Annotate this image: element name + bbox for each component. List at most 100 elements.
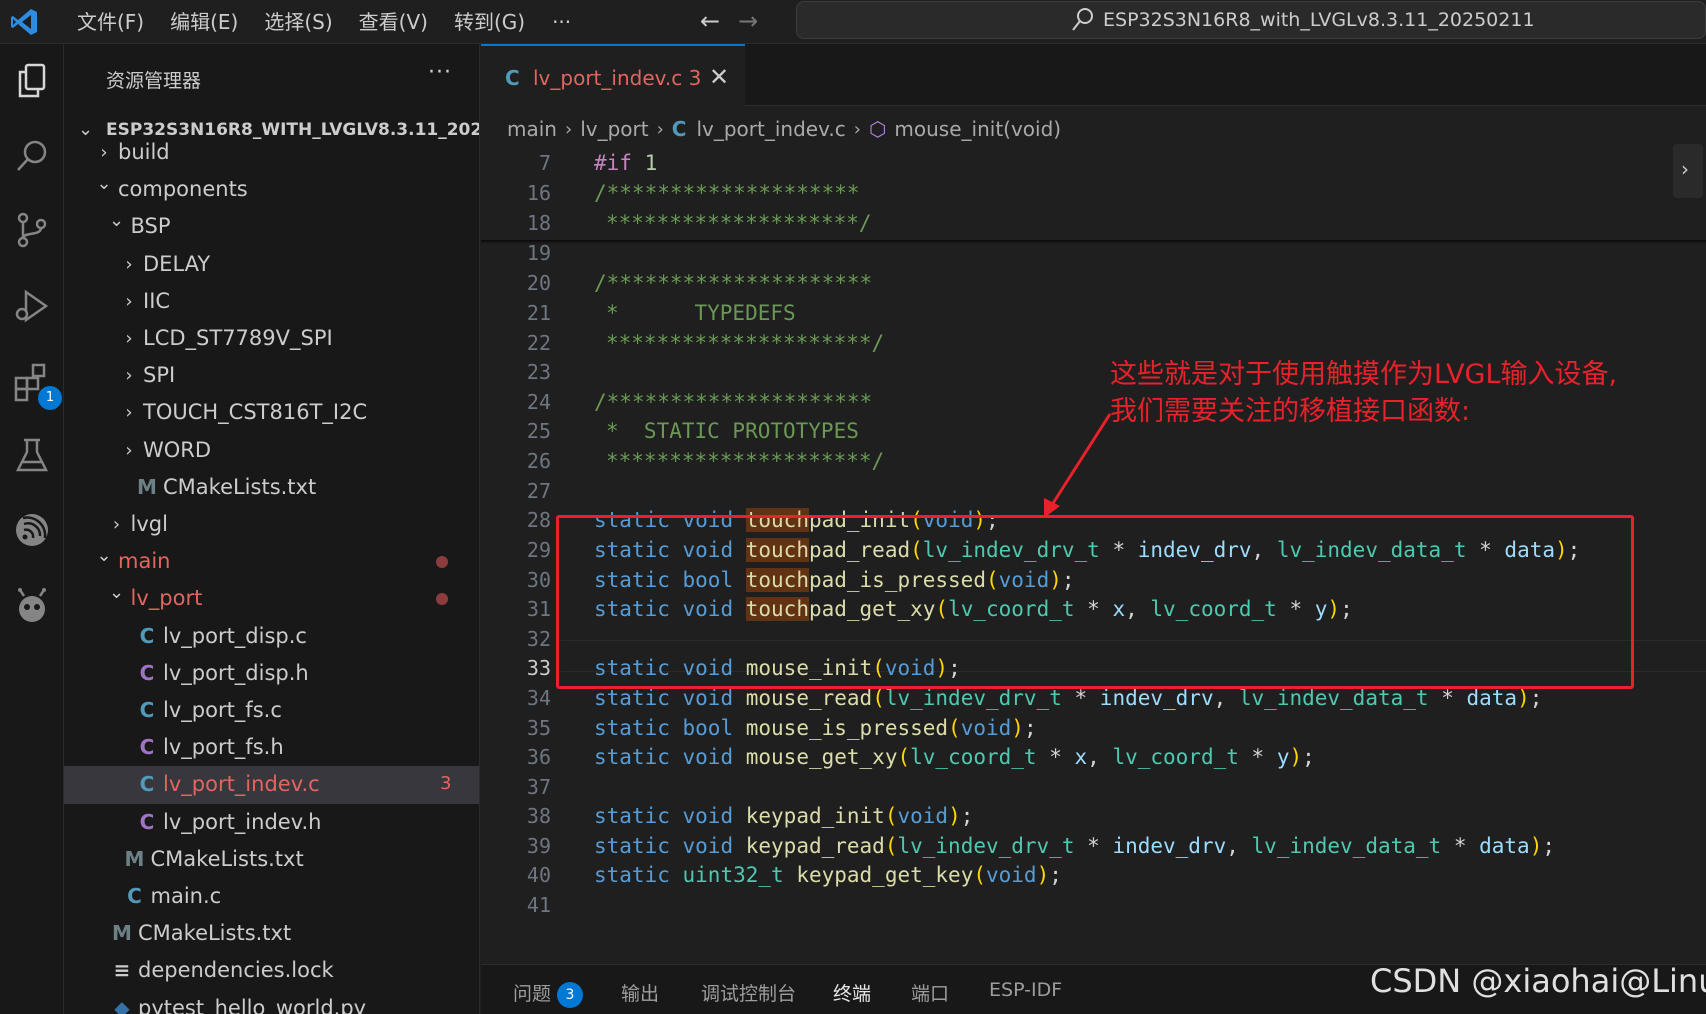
extensions-icon[interactable]: 1 — [8, 358, 62, 410]
command-center-label: ESP32S3N16R8_with_LVGLv8.3.11_20250211 — [1103, 9, 1535, 31]
command-center[interactable]: ESP32S3N16R8_with_LVGLv8.3.11_20250211 — [796, 1, 1706, 39]
code-line: 38 static void keypad_init(void); — [526, 804, 974, 828]
tab-lv-port-indev-c[interactable]: C lv_port_indev.c 3 ✕ — [481, 44, 745, 106]
code-line: 19 — [526, 241, 551, 265]
tree-file[interactable]: Clv_port_indev.c 3 — [64, 766, 479, 804]
code-line: 40 static uint32_t keypad_get_key(void); — [526, 863, 1062, 887]
tree-label: WORD — [143, 437, 212, 462]
tree-label: SPI — [143, 363, 176, 388]
annotation-text: 这些就是对于使用触摸作为LVGL输入设备, 我们需要关注的移植接口函数: — [1110, 356, 1617, 430]
tree-folder[interactable]: ⌄ lv_port — [64, 580, 479, 617]
tree-label: components — [118, 177, 248, 202]
tree-file[interactable]: Cmain.c — [64, 878, 479, 915]
tab-ports[interactable]: 端口 — [911, 979, 949, 1006]
tree-folder[interactable]: › lvgl — [64, 506, 479, 543]
cmake-file-icon: M — [137, 474, 157, 499]
tree-file[interactable]: ◆ pytest_hello_world.py — [64, 990, 479, 1014]
menu-bar: 文件(F) 编辑(E) 选择(S) 查看(V) 转到(G) ··· — [64, 8, 585, 36]
run-debug-icon[interactable] — [8, 282, 56, 330]
chevron-right-icon: › — [125, 290, 133, 312]
source-control-icon[interactable] — [8, 206, 56, 254]
tree-file[interactable]: Clv_port_fs.c — [64, 692, 479, 729]
tree-file[interactable]: M CMakeLists.txt — [64, 469, 479, 506]
annotation-box — [556, 515, 1634, 689]
menu-selection[interactable]: 选择(S) — [251, 8, 345, 36]
breadcrumb-file[interactable]: lv_port_indev.c — [696, 117, 845, 141]
close-icon[interactable]: ✕ — [709, 63, 729, 91]
explorer-title: 资源管理器 — [106, 70, 202, 92]
breadcrumb-symbol[interactable]: mouse_init(void) — [894, 117, 1061, 141]
tree-label: lv_port_indev.h — [163, 809, 322, 834]
problems-count: 3 — [440, 773, 452, 795]
menu-go[interactable]: 转到(G) — [441, 8, 538, 36]
tab-terminal[interactable]: 终端 — [833, 979, 871, 1006]
explorer-icon[interactable] — [8, 56, 56, 104]
tree-file[interactable]: Clv_port_fs.h — [64, 729, 479, 766]
esp-idf-icon[interactable] — [8, 506, 56, 554]
tree-folder[interactable]: › build — [64, 134, 479, 171]
chevron-down-icon: ⌄ — [108, 210, 125, 232]
tree-file[interactable]: ≡ dependencies.lock — [64, 952, 479, 989]
tree-label: pytest_hello_world.py — [138, 995, 367, 1014]
tree-label: CMakeLists.txt — [150, 846, 304, 871]
tab-debug-console[interactable]: 调试控制台 — [701, 979, 796, 1006]
explorer-header: 资源管理器 ··· — [64, 44, 479, 112]
h-file-icon: C — [139, 660, 155, 685]
tree-label: DELAY — [143, 251, 211, 276]
tree-folder[interactable]: ⌄ main — [64, 543, 479, 580]
menu-more[interactable]: ··· — [538, 8, 585, 36]
tree-file[interactable]: M CMakeLists.txt — [64, 915, 479, 952]
tree-file[interactable]: Clv_port_disp.h — [64, 655, 479, 692]
tab-esp-idf[interactable]: ESP-IDF — [989, 979, 1062, 1001]
breadcrumb-main[interactable]: main — [507, 117, 557, 141]
c-file-icon: C — [505, 66, 520, 90]
tree-folder[interactable]: ⌄ BSP — [64, 208, 479, 245]
code-line: 41 — [526, 893, 551, 917]
tree-file[interactable]: Clv_port_indev.h — [64, 804, 479, 841]
tab-problems[interactable]: 问题 3 — [513, 979, 584, 1008]
activity-bar: 1 — [0, 44, 64, 1014]
explorer-more-button[interactable]: ··· — [428, 60, 452, 85]
breadcrumb: main › lv_port › C lv_port_indev.c › ⬡ m… — [507, 114, 1061, 144]
tree-folder[interactable]: › TOUCH_CST816T_I2C — [64, 394, 479, 431]
tree-label: BSP — [130, 214, 171, 239]
tree-label: CMakeLists.txt — [163, 474, 317, 499]
chevron-right-icon: › — [564, 118, 573, 140]
menu-view[interactable]: 查看(V) — [346, 8, 441, 36]
tree-file[interactable]: Clv_port_disp.c — [64, 618, 479, 655]
tab-output[interactable]: 输出 — [621, 979, 659, 1006]
breadcrumb-lv-port[interactable]: lv_port — [580, 117, 648, 141]
tree-folder[interactable]: › WORD — [64, 432, 479, 469]
annotation-line-1: 这些就是对于使用触摸作为LVGL输入设备, — [1110, 359, 1618, 390]
tree-folder[interactable]: › IIC — [64, 283, 479, 320]
code-line: 39 static void keypad_read(lv_indev_drv_t… — [526, 834, 1556, 858]
forward-arrow-icon[interactable]: → — [738, 6, 758, 36]
vscode-logo-icon — [11, 9, 37, 35]
menu-file[interactable]: 文件(F) — [64, 8, 157, 36]
tree-label: main.c — [150, 884, 222, 908]
symbol-method-icon: ⬡ — [868, 117, 887, 141]
tree-label: build — [118, 140, 170, 164]
tree-file[interactable]: M CMakeLists.txt — [64, 841, 479, 878]
tree-folder[interactable]: ⌄ components — [64, 171, 479, 208]
tree-label: dependencies.lock — [138, 958, 334, 983]
tree-folder[interactable]: › LCD_ST7789V_SPI — [64, 320, 479, 357]
chevron-right-icon: › — [100, 142, 108, 163]
sticky-scroll-toggle[interactable]: › — [1673, 144, 1703, 198]
code-line: 36 static void mouse_get_xy(lv_coord_t * … — [526, 745, 1315, 769]
tree-folder[interactable]: › SPI — [64, 357, 479, 394]
tree-folder[interactable]: › DELAY — [64, 246, 479, 283]
platformio-icon[interactable] — [8, 582, 56, 630]
testing-icon[interactable] — [8, 432, 56, 480]
search-icon[interactable] — [8, 132, 56, 180]
cmake-file-icon: M — [124, 846, 145, 871]
code-line: 7 #if 1 — [538, 151, 658, 175]
lock-file-icon: ≡ — [113, 958, 131, 983]
c-file-icon: C — [139, 623, 155, 648]
menu-edit[interactable]: 编辑(E) — [157, 8, 251, 36]
code-line: 21 * TYPEDEFS — [526, 301, 796, 325]
navigation-arrows: ← → — [700, 6, 758, 36]
back-arrow-icon[interactable]: ← — [700, 6, 720, 36]
h-file-icon: C — [139, 735, 155, 760]
chevron-right-icon: › — [125, 328, 133, 349]
